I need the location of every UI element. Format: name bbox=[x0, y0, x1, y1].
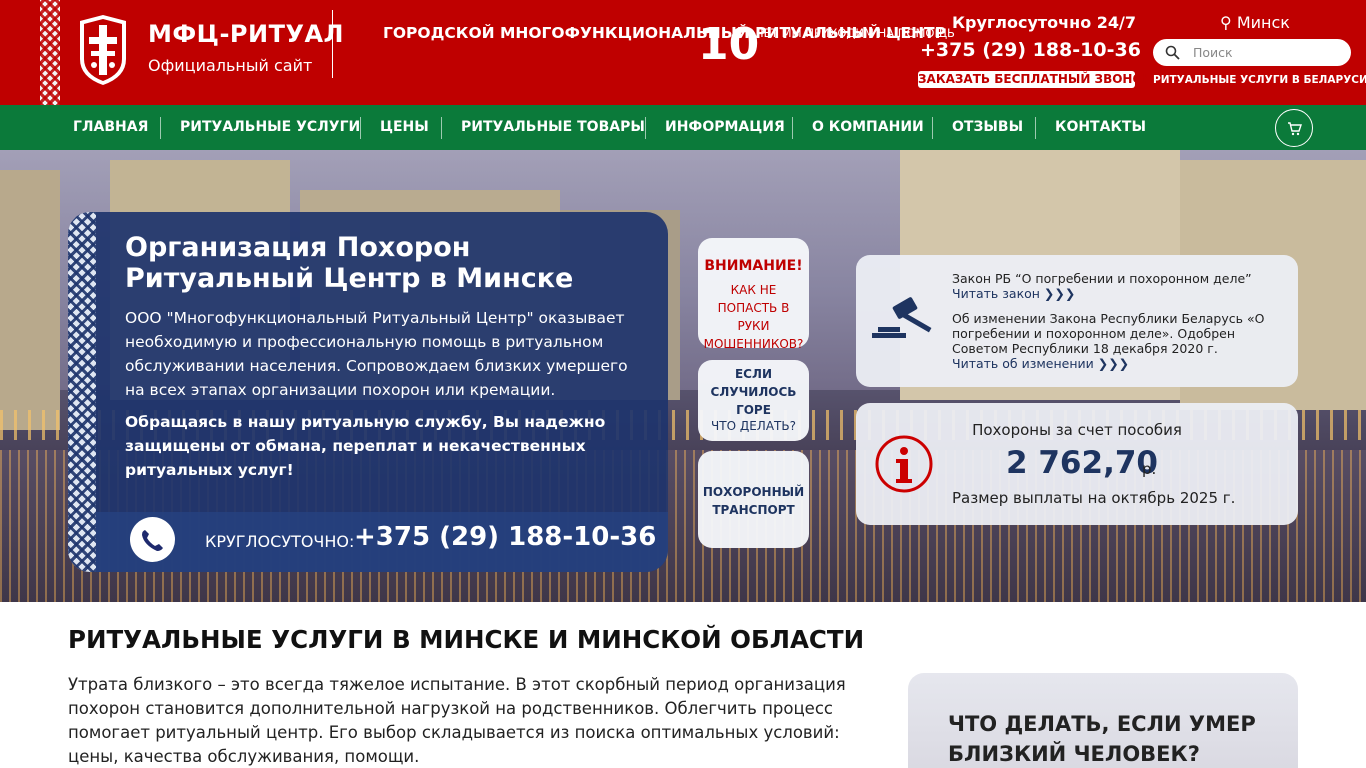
brand-name[interactable]: МФЦ-РИТУАЛ bbox=[148, 20, 344, 48]
tile-transport-title: ПОХОРОННЫЙ ТРАНСПОРТ bbox=[702, 485, 805, 517]
map-pin-icon: ⚲ bbox=[1220, 13, 1232, 32]
callback-button[interactable]: ЗАКАЗАТЬ БЕСПЛАТНЫЙ ЗВОНОК bbox=[918, 71, 1153, 88]
nav-divider bbox=[160, 117, 161, 139]
panel-ornament bbox=[68, 212, 96, 572]
funeral-transport-tile[interactable]: ПОХОРОННЫЙ ТРАНСПОРТ bbox=[698, 451, 809, 548]
hero-guarantee: Обращаясь в нашу ритуальную службу, Вы н… bbox=[125, 413, 606, 479]
site-header: МФЦ-РИТУАЛ Официальный сайт ГОРОДСКОЙ МН… bbox=[0, 0, 1366, 105]
what-to-do-heading: ЧТО ДЕЛАТЬ, ЕСЛИ УМЕР БЛИЗКИЙ ЧЕЛОВЕК? bbox=[948, 712, 1256, 766]
tile-warning-title: ВНИМАНИЕ! bbox=[704, 258, 803, 274]
folk-ornament-strip bbox=[40, 0, 60, 105]
nav-divider bbox=[1035, 117, 1036, 139]
hero-building bbox=[0, 170, 60, 430]
benefit-note: Размер выплаты на октябрь 2025 г. bbox=[952, 489, 1236, 507]
search-input[interactable]: Поиск bbox=[1193, 45, 1233, 60]
hero-title: Организация Похорон Ритуальный Центр в М… bbox=[125, 232, 574, 294]
logo-icon[interactable] bbox=[74, 13, 132, 87]
header-phone-link[interactable]: +375 (29) 188-10-36 bbox=[920, 39, 1141, 61]
nav-item-reviews[interactable]: ОТЗЫВЫ bbox=[952, 105, 1023, 150]
nav-item-services[interactable]: РИТУАЛЬНЫЕ УСЛУГИ bbox=[180, 105, 360, 150]
nav-divider bbox=[792, 117, 793, 139]
hero-phone-link[interactable]: +375 (29) 188-10-36 bbox=[354, 522, 656, 552]
search-box[interactable]: Поиск bbox=[1153, 39, 1351, 66]
section-heading: РИТУАЛЬНЫЕ УСЛУГИ В МИНСКЕ И МИНСКОЙ ОБЛ… bbox=[68, 625, 865, 654]
law-change-text: Об изменении Закона Республики Беларусь … bbox=[952, 311, 1265, 356]
section-text: Утрата близкого – это всегда тяжелое исп… bbox=[68, 675, 846, 766]
nav-divider bbox=[441, 117, 442, 139]
nav-divider bbox=[645, 117, 646, 139]
nav-item-contacts[interactable]: КОНТАКТЫ bbox=[1055, 105, 1146, 150]
header-divider bbox=[332, 10, 333, 78]
read-law-link[interactable]: Читать закон ❯❯❯ bbox=[952, 286, 1075, 301]
benefit-currency: р. bbox=[1142, 460, 1157, 478]
nav-divider bbox=[360, 117, 361, 139]
brand-subtitle: Официальный сайт bbox=[148, 56, 313, 75]
cart-icon bbox=[1288, 122, 1302, 136]
nav-item-home[interactable]: ГЛАВНАЯ bbox=[73, 105, 148, 150]
tile-warning-text: КАК НЕ ПОПАСТЬ В РУКИ МОШЕННИКОВ? bbox=[703, 283, 804, 351]
tile-grief-title: ЕСЛИ СЛУЧИЛОСЬ ГОРЕ bbox=[710, 367, 797, 417]
main-nav: ГЛАВНАЯ РИТУАЛЬНЫЕ УСЛУГИ ЦЕНЫ РИТУАЛЬНЫ… bbox=[0, 105, 1366, 150]
law-title: Закон РБ “О погребении и похоронном деле… bbox=[952, 271, 1252, 286]
city-label: Минск bbox=[1236, 13, 1290, 32]
hero-description: ООО "Многофункциональный Ритуальный Цент… bbox=[125, 309, 628, 399]
grief-help-tile[interactable]: ЕСЛИ СЛУЧИЛОСЬ ГОРЕ ЧТО ДЕЛАТЬ? bbox=[698, 360, 809, 441]
nav-item-info[interactable]: ИНФОРМАЦИЯ bbox=[665, 105, 785, 150]
read-change-link[interactable]: Читать об изменении ❯❯❯ bbox=[952, 356, 1129, 371]
hero-info-panel: Организация Похорон Ритуальный Центр в М… bbox=[68, 212, 668, 572]
phone-icon[interactable] bbox=[130, 517, 175, 562]
cart-button[interactable] bbox=[1275, 109, 1313, 147]
benefit-title: Похороны за счет пособия bbox=[972, 421, 1182, 439]
info-icon bbox=[875, 435, 933, 493]
search-icon[interactable] bbox=[1165, 45, 1180, 60]
nav-item-goods[interactable]: РИТУАЛЬНЫЕ ТОВАРЫ bbox=[461, 105, 645, 150]
what-to-do-card[interactable]: ЧТО ДЕЛАТЬ, ЕСЛИ УМЕР БЛИЗКИЙ ЧЕЛОВЕК? bbox=[908, 673, 1298, 768]
city-selector[interactable]: ⚲ Минск bbox=[1220, 13, 1290, 32]
nav-divider bbox=[932, 117, 933, 139]
benefit-amount: 2 762,70 bbox=[1006, 445, 1158, 481]
nav-item-about[interactable]: О КОМПАНИИ bbox=[812, 105, 924, 150]
hero-phone-label: КРУГЛОСУТОЧНО: bbox=[205, 532, 355, 551]
years-number: 10 bbox=[698, 19, 760, 70]
fraud-warning-tile[interactable]: ВНИМАНИЕ! КАК НЕ ПОПАСТЬ В РУКИ МОШЕННИК… bbox=[698, 238, 809, 351]
hours-label: Круглосуточно 24/7 bbox=[951, 13, 1136, 32]
law-box: Закон РБ “О погребении и похоронном деле… bbox=[856, 255, 1298, 387]
hero-banner: Организация Похорон Ритуальный Центр в М… bbox=[0, 150, 1366, 602]
nav-item-prices[interactable]: ЦЕНЫ bbox=[380, 105, 429, 150]
gavel-icon bbox=[872, 297, 932, 338]
years-text: ЛЕТ МЫ ПРИХОДИМ НА ПОМОЩЬ bbox=[755, 26, 955, 40]
header-tagline: РИТУАЛЬНЫЕ УСЛУГИ В БЕЛАРУСИ bbox=[1153, 74, 1366, 86]
benefit-box: Похороны за счет пособия 2 762,70 р. Раз… bbox=[856, 403, 1298, 525]
tile-grief-text: ЧТО ДЕЛАТЬ? bbox=[711, 419, 796, 433]
